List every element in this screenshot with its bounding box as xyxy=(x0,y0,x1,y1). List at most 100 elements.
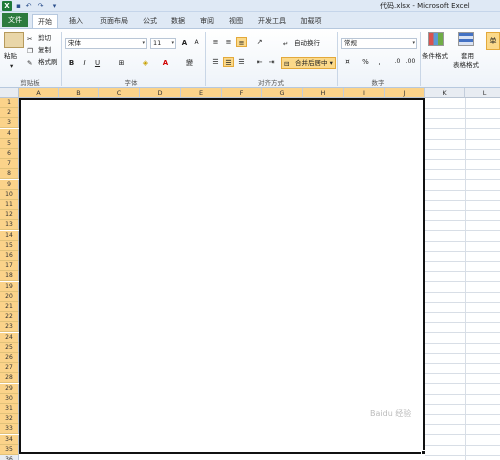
row-header-5[interactable]: 5 xyxy=(0,138,19,149)
cell-styles-button[interactable]: 单 xyxy=(486,32,500,50)
conditional-format-button[interactable]: 条件格式 xyxy=(422,51,448,61)
column-header-e[interactable]: E xyxy=(181,88,222,98)
column-header-j[interactable]: J xyxy=(385,88,425,98)
format-painter-button[interactable]: ✎ 格式刷 xyxy=(27,57,58,67)
align-middle-icon[interactable]: ≡ xyxy=(223,37,234,47)
increase-decimal-icon[interactable]: .0 xyxy=(392,57,403,67)
row-header-16[interactable]: 16 xyxy=(0,251,19,261)
merge-center-button[interactable]: ⊟ 合并后居中 ▾ xyxy=(281,57,336,69)
font-size-select[interactable]: 11 ▾ xyxy=(150,38,176,49)
decrease-indent-icon[interactable]: ⇤ xyxy=(254,57,265,67)
percent-button[interactable]: % xyxy=(360,57,371,67)
select-all-corner[interactable] xyxy=(0,88,19,98)
row-header-4[interactable]: 4 xyxy=(0,128,19,139)
row-header-36[interactable]: 36 xyxy=(0,455,19,460)
row-header-34[interactable]: 34 xyxy=(0,434,19,445)
copy-button[interactable]: ❐ 复制 xyxy=(27,45,51,55)
quick-access-dropdown-icon[interactable]: ▾ xyxy=(50,1,59,11)
row-header-30[interactable]: 30 xyxy=(0,393,19,404)
tab-data[interactable]: 数据 xyxy=(166,14,190,28)
align-left-icon[interactable]: ☰ xyxy=(210,57,221,67)
align-bottom-icon[interactable]: ≡ xyxy=(236,37,247,47)
tab-review[interactable]: 审阅 xyxy=(195,14,219,28)
selected-range[interactable] xyxy=(19,98,425,454)
column-header-k[interactable]: K xyxy=(425,88,465,98)
tab-developer[interactable]: 开发工具 xyxy=(254,14,290,28)
conditional-format-icon[interactable] xyxy=(428,32,444,46)
cut-button[interactable]: ✂ 剪切 xyxy=(27,33,51,43)
wrap-text-button[interactable]: ↵ 自动换行 xyxy=(283,38,320,48)
row-header-12[interactable]: 12 xyxy=(0,210,19,221)
row-header-25[interactable]: 25 xyxy=(0,342,19,353)
column-header-l[interactable]: L xyxy=(465,88,500,98)
row-header-33[interactable]: 33 xyxy=(0,424,19,435)
increase-indent-icon[interactable]: ⇥ xyxy=(266,57,277,67)
row-header-29[interactable]: 29 xyxy=(0,383,19,394)
row-header-2[interactable]: 2 xyxy=(0,108,19,119)
fill-color-icon[interactable]: ◈ xyxy=(140,58,151,68)
orientation-icon[interactable]: ↗ xyxy=(254,37,265,47)
row-header-7[interactable]: 7 xyxy=(0,159,19,170)
tab-view[interactable]: 视图 xyxy=(224,14,248,28)
number-format-select[interactable]: 常规 ▾ xyxy=(341,38,417,49)
row-header-10[interactable]: 10 xyxy=(0,189,19,200)
row-header-13[interactable]: 13 xyxy=(0,220,19,231)
fill-handle[interactable] xyxy=(421,450,426,455)
grow-font-button[interactable]: A xyxy=(179,38,190,48)
row-header-18[interactable]: 18 xyxy=(0,271,19,282)
row-header-32[interactable]: 32 xyxy=(0,414,19,425)
paste-icon[interactable] xyxy=(4,32,24,48)
currency-icon[interactable]: ¤ xyxy=(342,57,353,67)
row-header-28[interactable]: 28 xyxy=(0,373,19,384)
save-icon[interactable]: ▪ xyxy=(14,1,23,11)
tab-formulas[interactable]: 公式 xyxy=(138,14,162,28)
tab-home[interactable]: 开始 xyxy=(32,14,58,28)
row-header-6[interactable]: 6 xyxy=(0,149,19,159)
paste-button[interactable]: 粘贴 xyxy=(4,51,17,61)
row-header-31[interactable]: 31 xyxy=(0,404,19,414)
row-header-19[interactable]: 19 xyxy=(0,281,19,292)
decrease-decimal-icon[interactable]: .00 xyxy=(405,57,416,67)
shrink-font-button[interactable]: A xyxy=(191,38,202,48)
row-header-23[interactable]: 23 xyxy=(0,322,19,333)
table-format-label-2[interactable]: 表格格式 xyxy=(453,60,479,70)
row-header-1[interactable]: 1 xyxy=(0,98,19,108)
font-name-select[interactable]: 宋体 ▾ xyxy=(65,38,147,49)
column-header-f[interactable]: F xyxy=(222,88,262,98)
row-header-11[interactable]: 11 xyxy=(0,200,19,210)
bold-button[interactable]: B xyxy=(66,58,77,68)
row-header-3[interactable]: 3 xyxy=(0,118,19,129)
tab-file[interactable]: 文件 xyxy=(2,13,28,27)
tab-page-layout[interactable]: 页面布局 xyxy=(93,14,135,28)
row-header-27[interactable]: 27 xyxy=(0,363,19,374)
row-header-35[interactable]: 35 xyxy=(0,444,19,455)
align-right-icon[interactable]: ☰ xyxy=(236,57,247,67)
align-top-icon[interactable]: ≡ xyxy=(210,37,221,47)
row-header-21[interactable]: 21 xyxy=(0,302,19,312)
paste-dropdown-icon[interactable]: ▾ xyxy=(10,61,13,71)
column-header-c[interactable]: C xyxy=(99,88,140,98)
redo-icon[interactable]: ↷ xyxy=(36,1,45,11)
column-header-b[interactable]: B xyxy=(59,88,99,98)
row-header-9[interactable]: 9 xyxy=(0,179,19,190)
column-header-g[interactable]: G xyxy=(262,88,303,98)
worksheet[interactable]: ABCDEFGHIJKL 1 2 3 4 5 6 7 8 9 10 11 12 13 14 15 16 17 18… xyxy=(0,88,500,460)
column-header-i[interactable]: I xyxy=(344,88,385,98)
undo-icon[interactable]: ↶ xyxy=(24,1,33,11)
column-header-d[interactable]: D xyxy=(140,88,181,98)
font-color-icon[interactable]: A xyxy=(160,58,171,68)
underline-button[interactable]: U xyxy=(92,58,103,68)
row-header-17[interactable]: 17 xyxy=(0,261,19,272)
tab-addins[interactable]: 加载项 xyxy=(297,14,325,28)
row-header-8[interactable]: 8 xyxy=(0,169,19,180)
borders-icon[interactable]: ⊞ xyxy=(116,58,127,68)
tab-insert[interactable]: 插入 xyxy=(63,14,89,28)
phonetic-button[interactable]: 變 xyxy=(184,58,195,68)
comma-button[interactable]: , xyxy=(374,57,385,67)
row-header-26[interactable]: 26 xyxy=(0,353,19,363)
row-header-24[interactable]: 24 xyxy=(0,332,19,343)
row-header-14[interactable]: 14 xyxy=(0,230,19,241)
align-center-icon[interactable]: ☰ xyxy=(223,57,234,67)
row-header-20[interactable]: 20 xyxy=(0,291,19,302)
table-format-icon[interactable] xyxy=(458,32,474,46)
